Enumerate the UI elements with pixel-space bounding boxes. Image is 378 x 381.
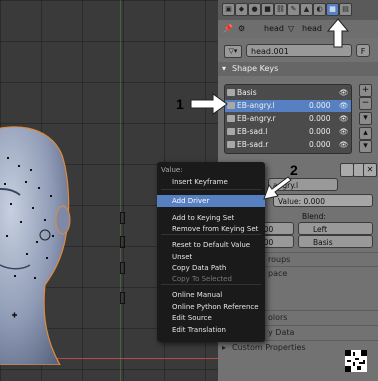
shape-key-name: EB-angry.l bbox=[237, 101, 275, 110]
shape-key-row[interactable]: EB-sad.l 0.000 👁 bbox=[225, 126, 351, 138]
menu-item-label: Insert Keyframe bbox=[172, 178, 228, 186]
shape-key-row[interactable]: EB-angry.l 0.000 👁 bbox=[225, 100, 351, 112]
pin-icon[interactable]: 📌 bbox=[223, 24, 233, 33]
modifier-tab-icon[interactable]: ✎ bbox=[287, 3, 300, 16]
menu-item-label: Copy To Selected bbox=[172, 275, 232, 283]
object-data-icon: ⚙ bbox=[238, 24, 246, 33]
menu-separator bbox=[161, 189, 261, 190]
menu-item-label: Edit Translation bbox=[172, 326, 226, 334]
chevron-right-icon: ▸ bbox=[222, 343, 227, 352]
annotation-step-1: 1 bbox=[176, 96, 184, 112]
render-tab-icon[interactable]: ▣ bbox=[222, 3, 235, 16]
shape-key-value[interactable]: 0.000 bbox=[309, 126, 330, 138]
menu-item-online-manual[interactable]: Online Manual bbox=[157, 289, 265, 301]
shape-keys-list[interactable]: Basis 👁 EB-angry.l 0.000 👁 EB-angry.r 0.000 👁 EB… bbox=[224, 84, 352, 154]
texture-tab-icon[interactable]: ▤ bbox=[339, 3, 352, 16]
viewport-marker bbox=[120, 212, 125, 224]
shape-key-row[interactable]: Basis 👁 bbox=[225, 87, 351, 99]
section-label: olors bbox=[268, 313, 288, 322]
shape-key-icon bbox=[227, 115, 235, 122]
relative-key-field[interactable]: Basis bbox=[298, 235, 373, 248]
qr-code-icon bbox=[345, 350, 367, 372]
blend-label: Blend: bbox=[302, 212, 326, 221]
add-shape-key-button[interactable]: + bbox=[359, 84, 372, 97]
menu-item-label: Add Driver bbox=[172, 197, 210, 205]
viewport-marker bbox=[120, 262, 125, 274]
specials-menu-button[interactable]: ▾ bbox=[359, 112, 372, 125]
menu-item-label: Online Manual bbox=[172, 291, 223, 299]
eye-icon[interactable]: 👁 bbox=[339, 139, 349, 151]
mesh-data-tab-icon[interactable]: ▦ bbox=[326, 3, 339, 16]
head-mesh[interactable] bbox=[0, 125, 130, 365]
shape-key-value[interactable]: 0.000 bbox=[309, 139, 330, 151]
section-label: roups bbox=[268, 255, 291, 264]
menu-item-copy-to-selected: Copy To Selected bbox=[157, 273, 265, 285]
menu-item-reset-to-default-value[interactable]: Reset to Default Value bbox=[157, 239, 265, 251]
constraint-tab-icon[interactable]: ⛓ bbox=[274, 3, 287, 16]
menu-item-remove-from-keying-set[interactable]: Remove from Keying Set bbox=[157, 223, 265, 235]
chevron-down-icon: ▾ bbox=[222, 64, 227, 73]
vertex-group-field[interactable]: Left bbox=[298, 222, 373, 235]
eye-icon[interactable]: 👁 bbox=[339, 126, 349, 138]
shape-key-name: EB-sad.l bbox=[237, 127, 268, 136]
world-tab-icon[interactable]: ● bbox=[248, 3, 261, 16]
annotation-arrow-down-left bbox=[263, 176, 292, 200]
shape-key-icon bbox=[227, 141, 235, 148]
shape-key-row[interactable]: EB-angry.r 0.000 👁 bbox=[225, 113, 351, 125]
scene-tab-icon[interactable]: ◆ bbox=[235, 3, 248, 16]
menu-item-label: Edit Source bbox=[172, 314, 212, 322]
material-tab-icon[interactable]: ◐ bbox=[313, 3, 326, 16]
shape-key-name: Basis bbox=[237, 88, 257, 97]
eye-icon[interactable]: 👁 bbox=[339, 113, 349, 125]
lock-icon[interactable] bbox=[340, 163, 354, 177]
menu-item-label: Remove from Keying Set bbox=[172, 225, 259, 233]
properties-tabs: ▣ ◆ ● ■ ⛓ ✎ ▲ ◐ ▦ ▤ bbox=[218, 0, 378, 20]
eye-icon[interactable]: 👁 bbox=[339, 87, 349, 99]
shape-key-row[interactable]: EB-sad.r 0.000 👁 bbox=[225, 139, 351, 151]
relative-key-value: Basis bbox=[313, 238, 333, 247]
breadcrumb: 📌 ⚙ head ▽ head bbox=[218, 20, 378, 38]
section-label: y Data bbox=[268, 328, 295, 337]
menu-item-insert-keyframe[interactable]: Insert Keyframe bbox=[157, 176, 265, 188]
move-down-button[interactable]: ▾ bbox=[359, 140, 372, 153]
mesh-icon[interactable]: ▽▾ bbox=[224, 45, 242, 58]
mesh-icon: ▽ bbox=[288, 24, 295, 33]
shape-keys-header[interactable]: ▾ Shape Keys bbox=[218, 62, 378, 76]
shape-key-name: EB-sad.r bbox=[237, 140, 269, 149]
breadcrumb-data: head bbox=[302, 24, 322, 33]
menu-item-edit-source[interactable]: Edit Source bbox=[157, 312, 265, 324]
section-label: pace bbox=[268, 269, 288, 278]
mesh-name-row: ▽▾ head.001 F bbox=[224, 44, 374, 58]
viewport-marker bbox=[120, 236, 125, 248]
data-tab-icon[interactable]: ▲ bbox=[300, 3, 313, 16]
object-tab-icon[interactable]: ■ bbox=[261, 3, 274, 16]
shape-key-icon bbox=[227, 128, 235, 135]
menu-title: Value: bbox=[161, 166, 183, 174]
context-menu: Value: Insert Keyframe Add Driver Add to K… bbox=[157, 162, 265, 342]
shape-key-value[interactable]: 0.000 bbox=[309, 113, 330, 125]
eye-icon[interactable]: 👁 bbox=[339, 100, 349, 112]
annotation-arrow-right-1 bbox=[190, 93, 228, 115]
annotation-arrow-up bbox=[326, 18, 350, 48]
fake-user-button[interactable]: F bbox=[356, 44, 370, 57]
breadcrumb-object: head bbox=[264, 24, 284, 33]
close-icon[interactable]: ✕ bbox=[363, 163, 377, 177]
menu-item-label: Reset to Default Value bbox=[172, 241, 251, 249]
menu-item-add-driver[interactable]: Add Driver bbox=[157, 195, 265, 207]
section-label: Custom Properties bbox=[232, 343, 306, 352]
move-up-button[interactable]: ▴ bbox=[359, 127, 372, 140]
menu-item-edit-translation[interactable]: Edit Translation bbox=[157, 324, 265, 336]
viewport-marker bbox=[120, 292, 125, 304]
shape-key-value[interactable]: 0.000 bbox=[309, 100, 330, 112]
shape-key-name: EB-angry.r bbox=[237, 114, 276, 123]
remove-shape-key-button[interactable]: − bbox=[359, 97, 372, 110]
shape-keys-title: Shape Keys bbox=[232, 64, 279, 73]
